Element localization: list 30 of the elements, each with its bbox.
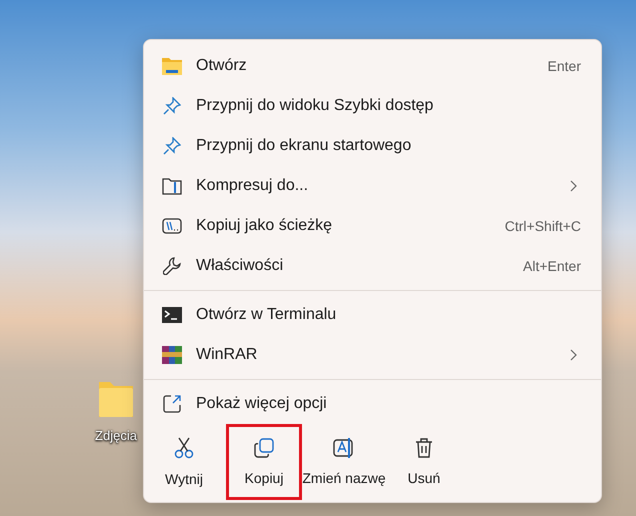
action-button[interactable]: Wytnij bbox=[146, 424, 222, 500]
menu-item[interactable]: Kompresuj do... bbox=[144, 166, 601, 206]
open-external-icon bbox=[163, 395, 181, 413]
menu-item[interactable]: WinRAR bbox=[144, 335, 601, 375]
menu-item[interactable]: Pokaż więcej opcji bbox=[144, 384, 601, 424]
menu-item[interactable]: Otwórz w Terminalu bbox=[144, 295, 601, 335]
zip-folder-icon bbox=[162, 177, 182, 195]
terminal-icon bbox=[162, 307, 182, 323]
folder-icon bbox=[162, 57, 182, 75]
chevron-right-icon bbox=[570, 349, 577, 361]
menu-item[interactable]: Właściwości Alt+Enter bbox=[144, 246, 601, 286]
pin-icon bbox=[163, 97, 181, 115]
rename-icon bbox=[333, 438, 355, 458]
shortcut-text: Alt+Enter bbox=[523, 258, 581, 274]
archive-books-icon bbox=[162, 346, 182, 364]
action-button[interactable]: Usuń bbox=[386, 424, 462, 500]
chevron-right-icon bbox=[570, 180, 577, 192]
shortcut-text: Ctrl+Shift+C bbox=[504, 218, 581, 234]
trash-icon bbox=[415, 438, 433, 458]
menu-item[interactable]: Przypnij do ekranu startowego bbox=[144, 126, 601, 166]
shortcut-text: Enter bbox=[548, 58, 581, 74]
pin-icon bbox=[163, 137, 181, 155]
action-button[interactable]: Kopiuj bbox=[226, 424, 302, 500]
wrench-icon bbox=[163, 257, 181, 275]
menu-item[interactable]: Otwórz Enter bbox=[144, 46, 601, 86]
copy-path-icon bbox=[162, 218, 182, 234]
copy-icon bbox=[254, 438, 274, 458]
menu-item[interactable]: Przypnij do widoku Szybki dostęp bbox=[144, 86, 601, 126]
scissors-icon bbox=[174, 437, 194, 459]
menu-item[interactable]: Kopiuj jako ścieżkę Ctrl+Shift+C bbox=[144, 206, 601, 246]
